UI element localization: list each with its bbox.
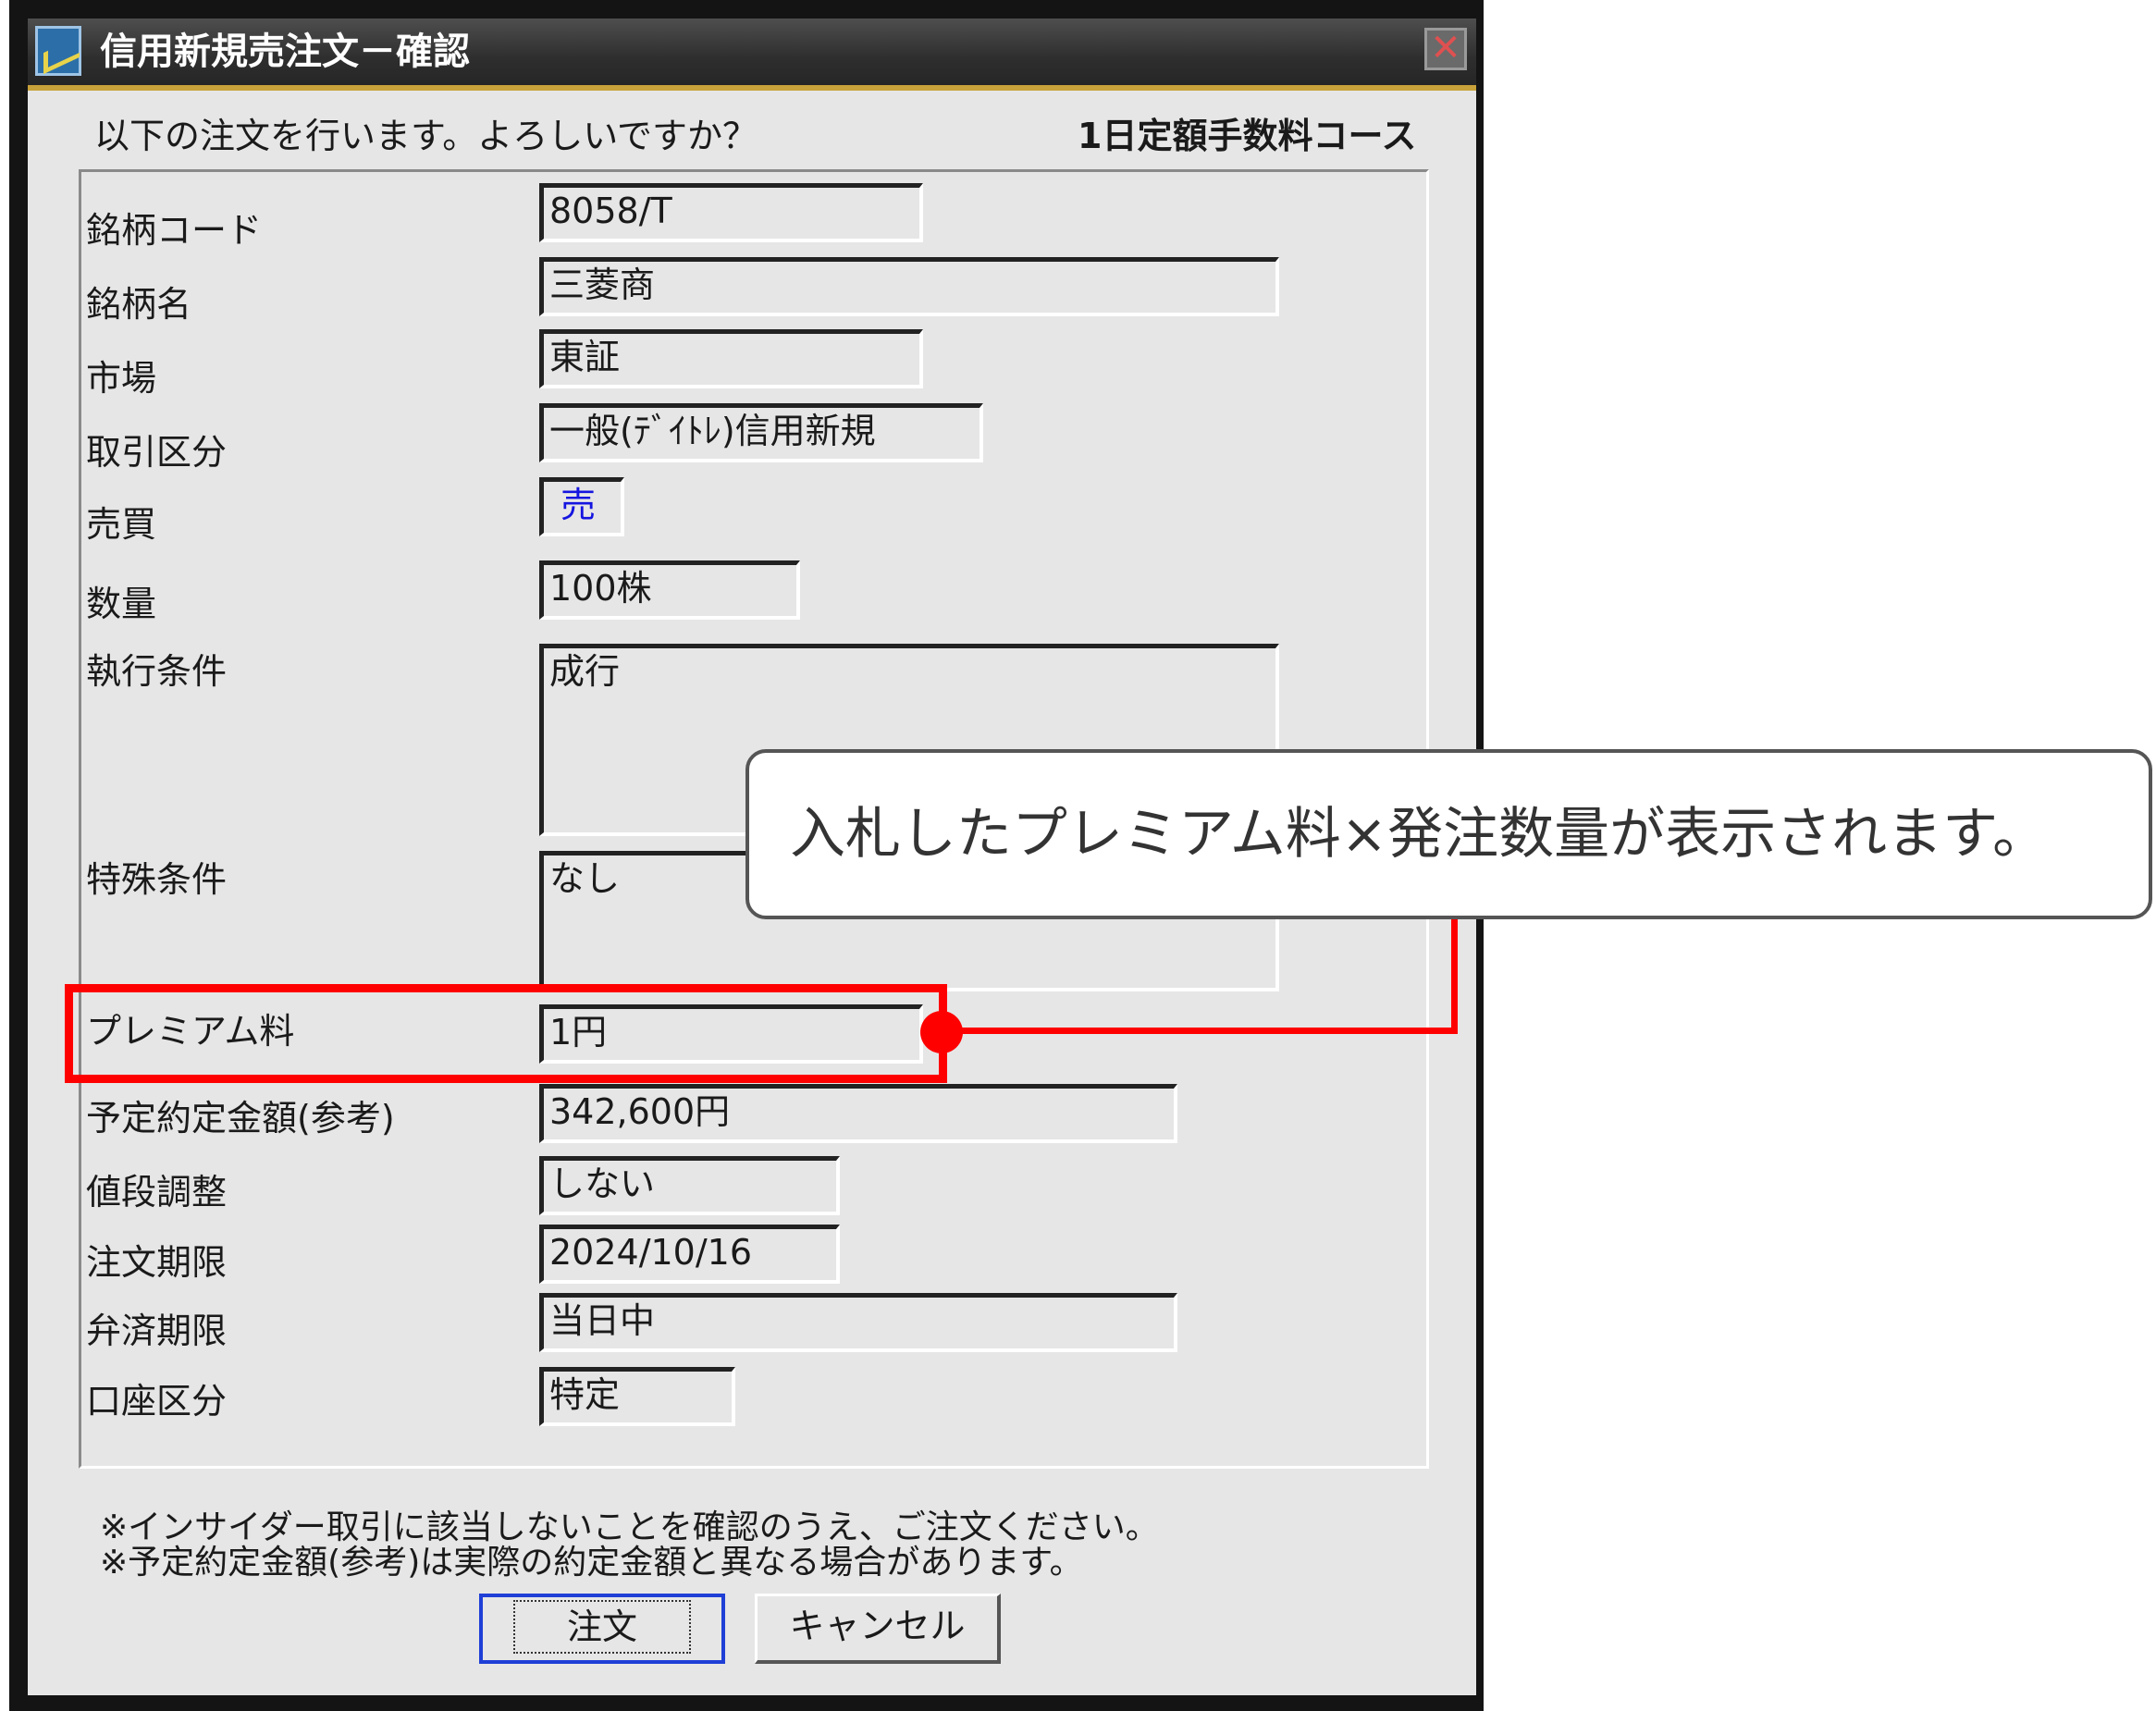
label-market: 市場 [86, 358, 157, 399]
field-market: 東証 [539, 329, 923, 388]
annotation-callout: 入札したプレミアム料×発注数量が表示されます。 [745, 749, 2152, 919]
field-account: 特定 [539, 1367, 735, 1426]
label-name: 銘柄名 [86, 284, 192, 325]
field-quantity: 100株 [539, 560, 800, 620]
label-code: 銘柄コード [86, 210, 263, 251]
field-code: 8058/T [539, 183, 923, 242]
field-price-adjust: しない [539, 1156, 840, 1215]
confirm-prompt: 以下の注文を行います。よろしいですか？ [94, 116, 758, 156]
label-execution: 執行条件 [86, 651, 228, 692]
label-settle-expiry: 弁済期限 [86, 1311, 228, 1351]
callout-connector-v [1451, 916, 1458, 1034]
field-order-expiry: 2024/10/16 [539, 1225, 840, 1284]
close-button[interactable]: ✕ [1424, 28, 1467, 70]
field-settle-expiry: 当日中 [539, 1293, 1177, 1352]
fee-course: 1日定額手数料コース [1078, 116, 1417, 156]
window-title: 信用新規売注文－確認 [100, 31, 470, 73]
order-button[interactable]: 注文 [479, 1594, 725, 1664]
close-icon: ✕ [1430, 27, 1461, 69]
notice-amount: ※予定約定金額(参考)は実際の約定金額と異なる場合があります。 [100, 1544, 1083, 1582]
annotation-text: 入札したプレミアム料×発注数量が表示されます。 [790, 802, 2049, 867]
premium-highlight-box [65, 984, 947, 1083]
label-order-expiry: 注文期限 [86, 1242, 228, 1283]
order-button-label: 注文 [512, 1600, 691, 1654]
field-amount: 342,600円 [539, 1084, 1177, 1143]
label-trade-type: 取引区分 [86, 432, 228, 473]
label-price-adjust: 値段調整 [86, 1172, 228, 1212]
label-quantity: 数量 [86, 584, 157, 624]
callout-anchor-dot [920, 1011, 963, 1053]
label-special: 特殊条件 [86, 859, 228, 900]
app-chart-icon [35, 26, 81, 76]
field-trade-type: 一般(ﾃﾞｲﾄﾚ)信用新規 [539, 403, 983, 462]
cancel-button[interactable]: キャンセル [755, 1594, 1001, 1664]
label-amount: 予定約定金額(参考) [86, 1098, 395, 1139]
callout-connector-h [942, 1028, 1458, 1034]
field-name: 三菱商 [539, 257, 1279, 316]
label-side: 売買 [86, 504, 157, 545]
label-account: 口座区分 [86, 1381, 228, 1422]
field-side: 売 [539, 477, 624, 536]
